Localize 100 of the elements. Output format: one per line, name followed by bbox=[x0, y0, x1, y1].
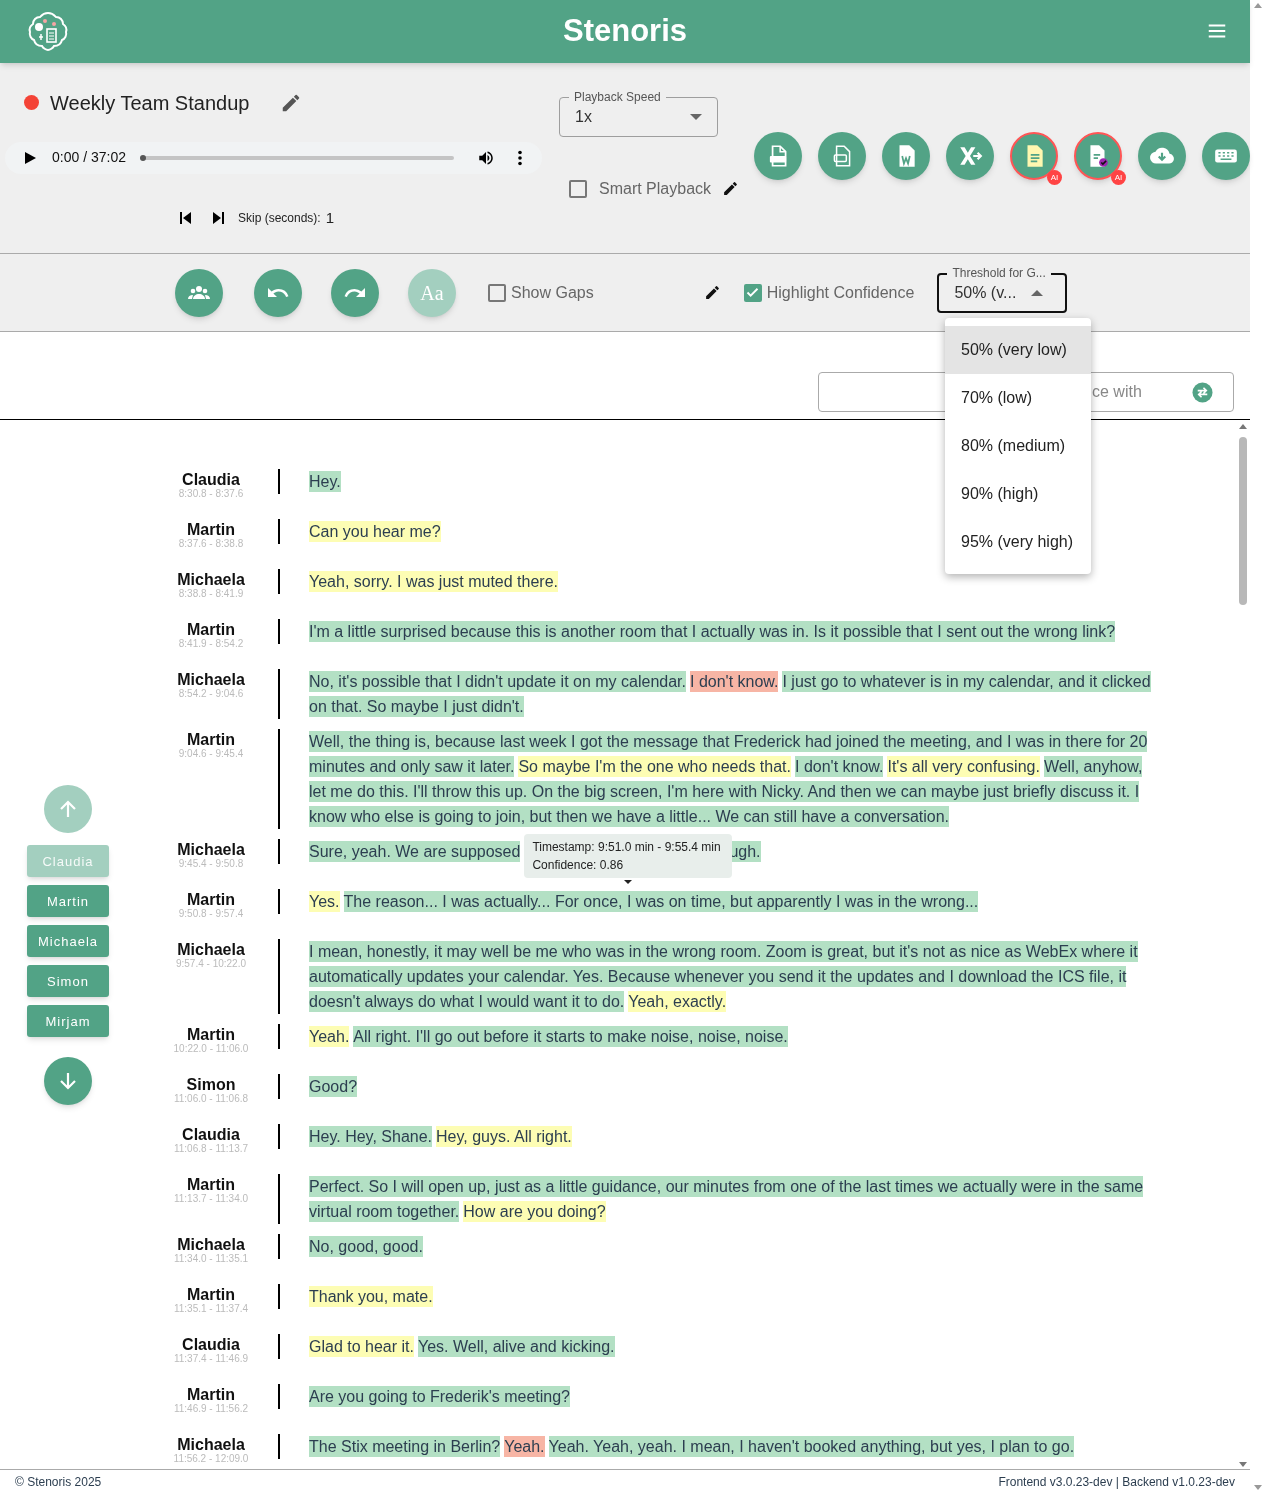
recording-title: Weekly Team Standup bbox=[50, 90, 250, 116]
transcript-phrase[interactable]: I just go to whatever is in my calendar, and it clicked bbox=[782, 671, 1151, 693]
transcript-phrase[interactable]: All right. I'll go out before it starts to make noise, noise, noise. bbox=[353, 1026, 788, 1048]
pencil-icon[interactable] bbox=[722, 180, 740, 198]
toolbar-button[interactable] bbox=[175, 268, 223, 317]
skip-back-icon[interactable] bbox=[178, 211, 192, 225]
transcript-phrase[interactable]: The reason... I was actually... For once, I was on time, but apparently I was in the wrong... bbox=[343, 891, 979, 913]
export-button[interactable] bbox=[1202, 131, 1250, 180]
speaker-name: Claudia bbox=[182, 1336, 240, 1354]
speaker-name: Michaela bbox=[177, 571, 245, 589]
timestamp: 11:13.7 - 11:34.0 bbox=[173, 1194, 249, 1205]
timestamp: 8:38.8 - 8:41.9 bbox=[178, 589, 244, 600]
transcript-phrase[interactable]: let me do this. I'll throw this up. On the big screen, I'm here with Nicky. And then we can maybe just briefly discuss it. I bbox=[309, 781, 1140, 803]
checkbox[interactable] bbox=[743, 283, 762, 302]
transcript-phrase[interactable]: Hey, guys. All right. bbox=[436, 1126, 572, 1148]
checkbox[interactable] bbox=[569, 179, 587, 198]
timestamp: 9:45.4 - 9:50.8 bbox=[178, 859, 244, 870]
transcript-phrase[interactable]: I don't know. bbox=[795, 756, 884, 778]
timestamp: 11:56.2 - 12:09.0 bbox=[173, 1454, 249, 1465]
speaker-name: Martin bbox=[187, 1286, 235, 1304]
transcript-phrase[interactable]: No, good, good. bbox=[309, 1236, 423, 1258]
transcript-phrase[interactable]: It's all very confusing. bbox=[887, 756, 1040, 778]
export-button[interactable] bbox=[1138, 131, 1186, 180]
transcript-phrase[interactable]: Glad to hear it. bbox=[309, 1336, 414, 1358]
transcript-phrase[interactable]: Perfect. So I will open up, just as a little guidance, our minutes from one of the last times we actually were in the same bbox=[309, 1176, 1144, 1198]
transcript-phrase[interactable]: I mean, honestly, it may well be me who was in the wrong room. Zoom is great, but it's not as nice as WebEx where it bbox=[309, 941, 1138, 963]
pencil-icon[interactable] bbox=[703, 284, 721, 302]
speaker-name: Michaela bbox=[177, 1436, 245, 1454]
speaker-name: Martin bbox=[187, 731, 235, 749]
menu-option[interactable]: 90% (high) bbox=[945, 470, 1091, 518]
transcript-phrase[interactable]: Yeah. bbox=[309, 1026, 350, 1048]
transcript-phrase[interactable]: Yeah, sorry. I was just muted there. bbox=[309, 571, 558, 593]
menu-option[interactable]: 50% (very low) bbox=[945, 326, 1091, 374]
speaker-name: Simon bbox=[186, 1076, 236, 1094]
transcript-phrase[interactable]: The Stix meeting in Berlin? bbox=[309, 1436, 501, 1458]
tooltip-text: Confidence: 0.86 bbox=[532, 857, 625, 875]
transcript-phrase[interactable]: Hey. bbox=[309, 471, 341, 493]
transcript-phrase[interactable]: How are you doing? bbox=[463, 1201, 606, 1223]
scroll-down-arrow-icon[interactable] bbox=[1253, 1485, 1262, 1490]
ai-badge: AI bbox=[1047, 169, 1062, 185]
timestamp: 11:37.4 - 11:46.9 bbox=[173, 1354, 249, 1365]
transcript-phrase[interactable]: Yeah. Yeah, yeah. I mean, I haven't booked anything, but yes, I plan to go. bbox=[548, 1436, 1075, 1458]
transcript-phrase[interactable]: Well, anyhow, bbox=[1043, 756, 1143, 778]
play-icon[interactable] bbox=[23, 150, 37, 165]
timestamp: 11:46.9 - 11:56.2 bbox=[173, 1404, 249, 1415]
transcript-phrase[interactable]: Can you hear me? bbox=[309, 521, 441, 543]
transcript-phrase[interactable]: Thank you, mate. bbox=[309, 1286, 433, 1308]
copyright: © Stenoris 2025 bbox=[15, 1473, 102, 1491]
scroll-down-button[interactable] bbox=[44, 1057, 92, 1106]
transcript-phrase[interactable]: Yes. Well, alive and kicking. bbox=[417, 1336, 615, 1358]
more-options-icon[interactable] bbox=[516, 149, 523, 166]
speaker-name: Martin bbox=[187, 1026, 235, 1044]
scroll-up-arrow-icon[interactable] bbox=[1253, 3, 1262, 8]
export-button[interactable] bbox=[818, 131, 866, 180]
transcript-phrase[interactable]: minutes and only saw it later. bbox=[309, 756, 515, 778]
transcript-phrase[interactable]: Are you going to Frederik's meeting? bbox=[309, 1386, 570, 1408]
highlight-confidence-label: Highlight Confidence bbox=[766, 282, 915, 303]
menu-option[interactable]: 95% (very high) bbox=[945, 518, 1091, 566]
timestamp: 10:22.0 - 11:06.0 bbox=[173, 1044, 249, 1055]
export-button[interactable] bbox=[946, 131, 994, 180]
transcript-phrase[interactable]: I don't know. bbox=[690, 671, 779, 693]
speaker-name: Martin bbox=[187, 521, 235, 539]
scroll-up-button[interactable] bbox=[44, 785, 92, 834]
export-button[interactable] bbox=[1010, 131, 1058, 180]
toolbar-button[interactable] bbox=[254, 268, 302, 317]
export-button[interactable] bbox=[1074, 131, 1122, 180]
export-button[interactable] bbox=[882, 131, 930, 180]
transcript-phrase[interactable]: So maybe I'm the one who needs that. bbox=[518, 756, 791, 778]
toolbar-button[interactable] bbox=[331, 268, 379, 317]
timestamp: 9:50.8 - 9:57.4 bbox=[178, 909, 244, 920]
speaker-name: Claudia bbox=[182, 1126, 240, 1144]
menu-option[interactable]: 80% (medium) bbox=[945, 422, 1091, 470]
app-title: Stenoris bbox=[563, 12, 687, 51]
transcript-phrase[interactable]: Hey. Hey, Shane. bbox=[309, 1126, 433, 1148]
transcript-phrase[interactable]: Yeah, exactly. bbox=[628, 991, 727, 1013]
transcript-phrase[interactable]: No, it's possible that I didn't update it on my calendar. bbox=[309, 671, 686, 693]
timestamp: 8:30.8 - 8:37.6 bbox=[178, 489, 244, 500]
transcript-phrase[interactable]: I'm a little surprised because this is another room that I actually was in. Is it possible that I sent out the wrong link? bbox=[309, 621, 1116, 643]
transcript-phrase[interactable]: Well, the thing is, because last week I got the message that Frederick had joined the meeting, and I was in there for 20 bbox=[309, 731, 1148, 753]
transcript-phrase[interactable]: Yes. bbox=[309, 891, 340, 913]
skip-forward-icon[interactable] bbox=[212, 211, 226, 225]
transcript-phrase[interactable]: Sure, yeah. We are supposed bbox=[309, 841, 521, 863]
checkbox[interactable] bbox=[488, 283, 506, 302]
seek-thumb[interactable] bbox=[139, 154, 146, 161]
timestamp: 8:41.9 - 8:54.2 bbox=[178, 639, 244, 650]
transcript-phrase[interactable]: Yeah. bbox=[504, 1436, 545, 1458]
smart-playback-label: Smart Playback bbox=[599, 178, 712, 199]
speaker-name: Michaela bbox=[177, 841, 245, 859]
transcript-phrase[interactable]: virtual room together. bbox=[309, 1201, 460, 1223]
show-gaps-label: Show Gaps bbox=[511, 282, 594, 303]
export-button[interactable] bbox=[754, 131, 802, 180]
transcript-phrase[interactable]: know who else is going to join, but then we have a little... We can still have a conversation. bbox=[309, 806, 950, 828]
skip-value[interactable]: 1 bbox=[325, 206, 335, 230]
brain-logo-icon bbox=[27, 10, 69, 53]
transcript-phrase[interactable]: doesn't always do what I would want it to do. bbox=[309, 991, 625, 1013]
transcript-phrase[interactable]: Good? bbox=[309, 1076, 358, 1098]
transcript-phrase[interactable]: automatically updates your calendar. Yes. Because whenever you send it the updates and I download the ICS file, it bbox=[309, 966, 1127, 988]
speaker-name: Martin bbox=[187, 891, 235, 909]
transcript-phrase[interactable]: on that. So maybe I just didn't. bbox=[309, 696, 524, 718]
version-info: Frontend v3.0.23-dev | Backend v1.0.23-dev bbox=[998, 1473, 1235, 1491]
